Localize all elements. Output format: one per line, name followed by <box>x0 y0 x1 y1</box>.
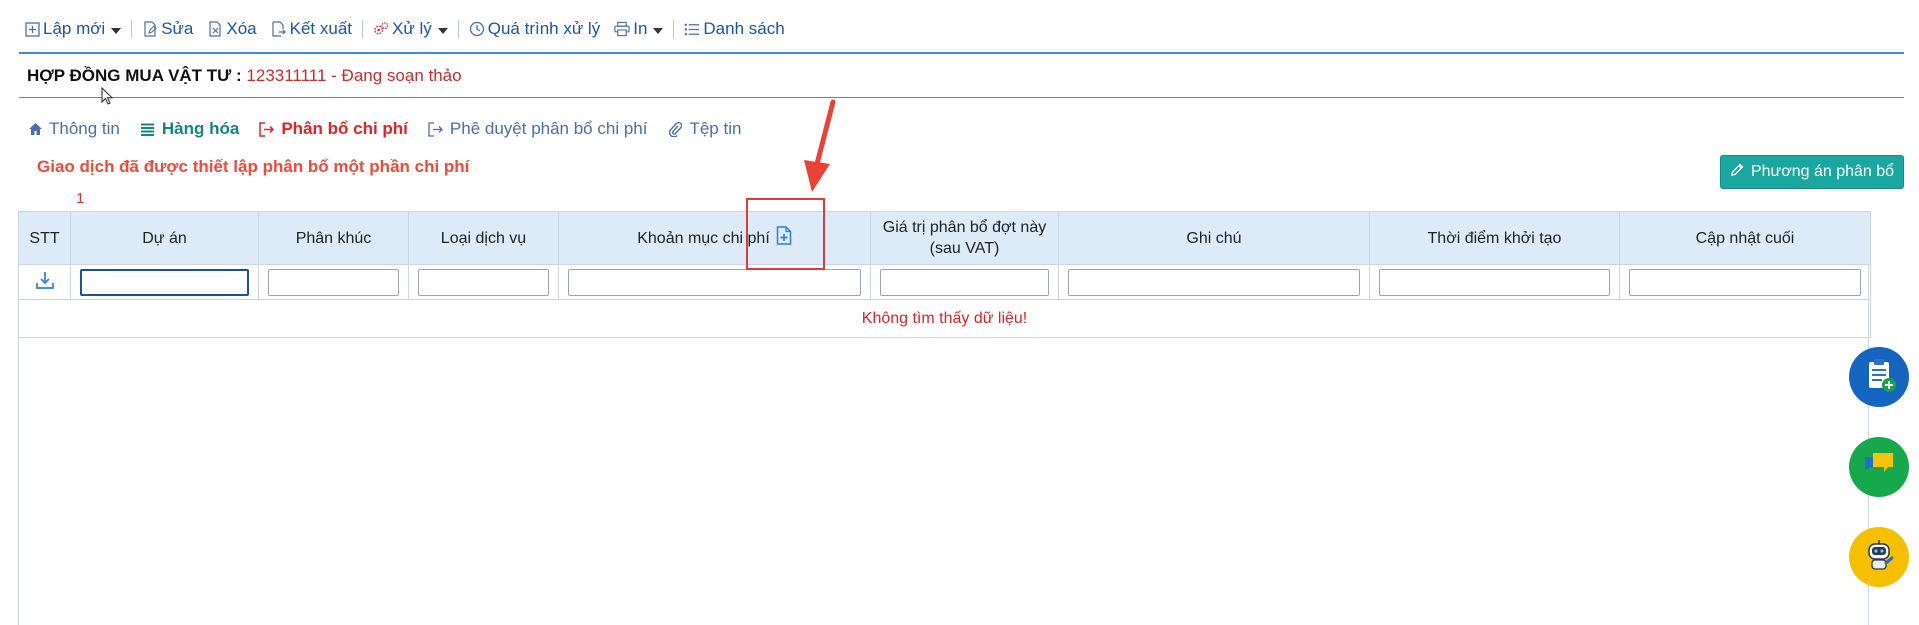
list-icon <box>684 21 700 37</box>
download-icon[interactable] <box>35 271 55 294</box>
column-header-stt: STT <box>18 211 71 265</box>
filter-segment-input[interactable] <box>268 268 399 296</box>
allocation-plan-button[interactable]: Phương án phân bổ <box>1720 155 1904 189</box>
toolbar-separator <box>673 20 675 38</box>
allocation-notice: Giao dịch đã được thiết lập phân bổ một … <box>37 157 470 176</box>
pencil-icon <box>1730 163 1744 182</box>
filter-cost-item-input[interactable] <box>568 268 861 296</box>
clock-icon <box>469 21 485 37</box>
filter-allocation-value-input[interactable] <box>880 268 1049 296</box>
filter-cell-created-time <box>1369 264 1620 300</box>
toolbar: Lập mới Sửa Xóa Kết xuất Xử lý Quá trình <box>24 16 785 42</box>
column-header-project: Dự án <box>70 211 259 265</box>
download-cell <box>18 264 71 300</box>
column-header-allocation-value: Giá trị phân bổ đợt này (sau VAT) <box>870 211 1059 265</box>
tab-goods[interactable]: Hàng hóa <box>140 119 239 139</box>
chevron-down-icon <box>111 27 122 34</box>
tab-files[interactable]: Tệp tin <box>667 119 741 139</box>
document-type: HỢP ĐỒNG MUA VẬT TƯ : <box>27 66 242 85</box>
mouse-cursor-icon <box>101 86 114 110</box>
filter-cell-project <box>70 264 259 300</box>
column-header-service-type: Loại dịch vụ <box>408 211 559 265</box>
row-count: 1 <box>76 190 85 207</box>
add-clipboard-button[interactable] <box>1849 347 1909 407</box>
printer-icon <box>614 21 630 37</box>
edit-document-icon <box>142 21 158 37</box>
page-title: HỢP ĐỒNG MUA VẬT TƯ : 123311111 - Đang s… <box>27 66 462 86</box>
tab-info[interactable]: Thông tin <box>27 119 120 139</box>
filter-cell-segment <box>258 264 409 300</box>
list-lines-icon <box>140 121 156 137</box>
grid-filter-row <box>18 264 1871 300</box>
tab-approve-allocation[interactable]: Phê duyệt phân bổ chi phí <box>428 119 647 139</box>
process-button[interactable]: Xử lý <box>373 19 448 39</box>
paperclip-icon <box>667 121 683 137</box>
title-divider <box>19 97 1904 98</box>
filter-note-input[interactable] <box>1068 268 1360 296</box>
edit-button[interactable]: Sửa <box>142 19 193 39</box>
export-document-icon <box>271 21 287 37</box>
filter-last-updated-input[interactable] <box>1629 268 1861 296</box>
annotation-arrow-icon <box>804 99 836 192</box>
toolbar-divider <box>19 52 1904 54</box>
tab-bar: Thông tin Hàng hóa Phân bổ chi phí Phê d… <box>27 119 741 139</box>
empty-message: Không tìm thấy dữ liệu! <box>18 299 1871 338</box>
export-button[interactable]: Kết xuất <box>271 19 352 39</box>
empty-row: Không tìm thấy dữ liệu! <box>18 299 1871 338</box>
grid-header-row: STT Dự án Phân khúc Loại dịch vụ Khoản m… <box>18 211 1871 265</box>
toolbar-separator <box>457 20 459 38</box>
document-code-status: 123311111 - Đang soạn thảo <box>246 66 462 85</box>
filter-cell-service-type <box>408 264 559 300</box>
print-button[interactable]: In <box>614 19 664 39</box>
delete-document-icon <box>207 21 223 37</box>
filter-created-time-input[interactable] <box>1379 268 1610 296</box>
chat-button[interactable] <box>1849 437 1909 497</box>
chevron-down-icon <box>437 27 448 34</box>
home-icon <box>27 121 43 137</box>
toolbar-separator <box>131 20 133 38</box>
share-arrow-icon <box>259 121 275 137</box>
column-header-note: Ghi chú <box>1058 211 1370 265</box>
filter-project-input[interactable] <box>80 268 249 296</box>
filter-service-type-input[interactable] <box>418 268 549 296</box>
list-button[interactable]: Danh sách <box>684 19 785 39</box>
history-button[interactable]: Quá trình xử lý <box>469 19 600 39</box>
column-header-segment: Phân khúc <box>258 211 409 265</box>
support-bot-button[interactable] <box>1849 527 1909 587</box>
gears-icon <box>373 21 389 37</box>
highlight-box <box>746 198 825 270</box>
toolbar-separator <box>362 20 363 38</box>
share-arrow-icon <box>428 121 444 137</box>
filter-cell-note <box>1058 264 1370 300</box>
clipboard-add-icon <box>1860 356 1898 399</box>
chevron-down-icon <box>653 27 664 34</box>
delete-button[interactable]: Xóa <box>207 19 257 39</box>
robot-icon <box>1859 535 1899 580</box>
tab-cost-allocation[interactable]: Phân bổ chi phí <box>259 119 408 139</box>
chat-bubble-icon <box>1861 449 1897 486</box>
filter-cell-last-updated <box>1619 264 1871 300</box>
column-header-created-time: Thời điểm khởi tạo <box>1369 211 1620 265</box>
column-header-last-updated: Cập nhật cuối <box>1619 211 1871 265</box>
new-button[interactable]: Lập mới <box>24 19 122 39</box>
filter-cell-allocation-value <box>870 264 1059 300</box>
plus-square-icon <box>24 21 40 37</box>
allocation-grid: STT Dự án Phân khúc Loại dịch vụ Khoản m… <box>18 211 1871 338</box>
